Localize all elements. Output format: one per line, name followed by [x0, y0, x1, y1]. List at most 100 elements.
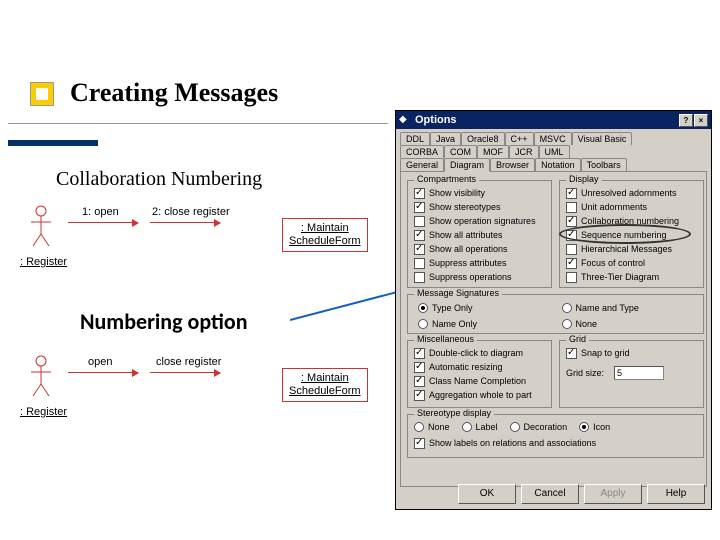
actor-label: : Register [20, 256, 67, 268]
tab-row-1: DDL Java Oracle8 C++ MSVC Visual Basic [396, 129, 711, 145]
radio-type-only[interactable] [418, 303, 428, 313]
title-accent [8, 140, 98, 146]
checkbox-suppress-ops[interactable] [414, 272, 425, 283]
label-dblclick-diagram: Double-click to diagram [429, 348, 523, 358]
group-msg-sigs: Message Signatures Type Only Name and Ty… [407, 294, 704, 334]
tab-java[interactable]: Java [430, 132, 461, 145]
uml-diagram-numbered: : Register 1: open 2: close register : M… [20, 200, 390, 290]
app-icon: ◆ [399, 114, 411, 126]
tab-diagram[interactable]: Diagram [444, 158, 490, 172]
group-display: Display Unresolved adornments Unit adorn… [559, 180, 704, 288]
checkbox-show-all-ops[interactable] [414, 244, 425, 255]
ok-button[interactable]: OK [458, 484, 516, 504]
label-suppress-ops: Suppress operations [429, 272, 512, 282]
checkbox-snap-grid[interactable] [566, 348, 577, 359]
checkbox-show-all-attrs[interactable] [414, 230, 425, 241]
radio-stereo-icon[interactable] [579, 422, 589, 432]
uml-diagram-unnumbered: : Register open close register : Maintai… [20, 350, 390, 440]
tab-browser[interactable]: Browser [490, 158, 535, 171]
radio-none-sig[interactable] [562, 319, 572, 329]
label-auto-resize: Automatic resizing [429, 362, 503, 372]
checkbox-agg-whole-part[interactable] [414, 390, 425, 401]
label-show-stereotypes: Show stereotypes [429, 202, 501, 212]
dialog-titlebar[interactable]: ◆ Options ? × [396, 111, 711, 129]
input-grid-size[interactable] [614, 366, 664, 380]
label-unresolved-adorn: Unresolved adornments [581, 188, 677, 198]
checkbox-suppress-attrs[interactable] [414, 258, 425, 269]
apply-button[interactable]: Apply [584, 484, 642, 504]
tab-oracle8[interactable]: Oracle8 [461, 132, 505, 145]
actor-icon [28, 204, 54, 248]
checkbox-show-labels-rel[interactable] [414, 438, 425, 449]
tab-notation[interactable]: Notation [535, 158, 581, 171]
actor-icon [28, 354, 54, 398]
tab-row-2: CORBA COM MOF JCR UML [396, 145, 711, 158]
label-focus-control: Focus of control [581, 258, 645, 268]
label-stereo-none: None [428, 422, 450, 432]
tab-general[interactable]: General [400, 158, 444, 171]
tab-vb[interactable]: Visual Basic [572, 132, 633, 145]
message-label-2: 2: close register [152, 206, 230, 218]
title-bullet [30, 82, 54, 106]
tab-com[interactable]: COM [444, 145, 477, 158]
checkbox-focus-control[interactable] [566, 258, 577, 269]
checkbox-seq-numbering[interactable] [566, 230, 577, 241]
checkbox-class-name-comp[interactable] [414, 376, 425, 387]
tab-jcr[interactable]: JCR [509, 145, 539, 158]
tab-toolbars[interactable]: Toolbars [581, 158, 627, 171]
checkbox-unresolved-adorn[interactable] [566, 188, 577, 199]
dialog-title: Options [415, 114, 679, 126]
radio-name-and-type[interactable] [562, 303, 572, 313]
label-name-only: Name Only [432, 319, 477, 329]
group-compartments: Compartments Show visibility Show stereo… [407, 180, 552, 288]
checkbox-collab-numbering[interactable] [566, 216, 577, 227]
tab-cpp[interactable]: C++ [505, 132, 534, 145]
tab-mof[interactable]: MOF [477, 145, 509, 158]
group-title-stereo: Stereotype display [414, 408, 494, 418]
label-show-visibility: Show visibility [429, 188, 485, 198]
label-show-labels-rel: Show labels on relations and association… [429, 438, 596, 448]
tab-uml[interactable]: UML [539, 145, 570, 158]
checkbox-hier-messages[interactable] [566, 244, 577, 255]
checkbox-show-visibility[interactable] [414, 188, 425, 199]
group-title-compartments: Compartments [414, 174, 479, 184]
radio-stereo-decoration[interactable] [510, 422, 520, 432]
label-collab-numbering: Collaboration numbering [581, 216, 679, 226]
cancel-button[interactable]: Cancel [521, 484, 579, 504]
tab-panel-diagram: Compartments Show visibility Show stereo… [400, 171, 707, 487]
tab-msvc[interactable]: MSVC [534, 132, 572, 145]
message-label-2: close register [156, 356, 221, 368]
message-arrow-1 [68, 372, 138, 373]
checkbox-auto-resize[interactable] [414, 362, 425, 373]
label-class-name-comp: Class Name Completion [429, 376, 526, 386]
label-show-all-attrs: Show all attributes [429, 230, 503, 240]
label-suppress-attrs: Suppress attributes [429, 258, 507, 268]
checkbox-three-tier[interactable] [566, 272, 577, 283]
message-label-1: 1: open [82, 206, 119, 218]
group-misc: Miscellaneous Double-click to diagram Au… [407, 340, 552, 408]
object-box: : Maintain ScheduleForm [282, 368, 368, 402]
checkbox-show-op-sigs[interactable] [414, 216, 425, 227]
checkbox-show-stereotypes[interactable] [414, 202, 425, 213]
options-dialog: ◆ Options ? × DDL Java Oracle8 C++ MSVC … [395, 110, 712, 510]
group-title-display: Display [566, 174, 602, 184]
tab-ddl[interactable]: DDL [400, 132, 430, 145]
label-stereo-decoration: Decoration [524, 422, 568, 432]
radio-name-only[interactable] [418, 319, 428, 329]
label-agg-whole-part: Aggregation whole to part [429, 390, 532, 400]
object-line1: : Maintain [301, 372, 349, 384]
message-arrow-2 [150, 222, 220, 223]
label-show-all-ops: Show all operations [429, 244, 508, 254]
radio-stereo-label[interactable] [462, 422, 472, 432]
close-button[interactable]: × [694, 114, 708, 127]
checkbox-unit-adorn[interactable] [566, 202, 577, 213]
checkbox-dblclick-diagram[interactable] [414, 348, 425, 359]
label-three-tier: Three-Tier Diagram [581, 272, 659, 282]
radio-stereo-none[interactable] [414, 422, 424, 432]
help-button[interactable]: ? [679, 114, 693, 127]
help-button-dialog[interactable]: Help [647, 484, 705, 504]
label-seq-numbering: Sequence numbering [581, 230, 667, 240]
label-grid-size: Grid size: [566, 368, 604, 378]
label-stereo-icon: Icon [593, 422, 610, 432]
tab-corba[interactable]: CORBA [400, 145, 444, 158]
